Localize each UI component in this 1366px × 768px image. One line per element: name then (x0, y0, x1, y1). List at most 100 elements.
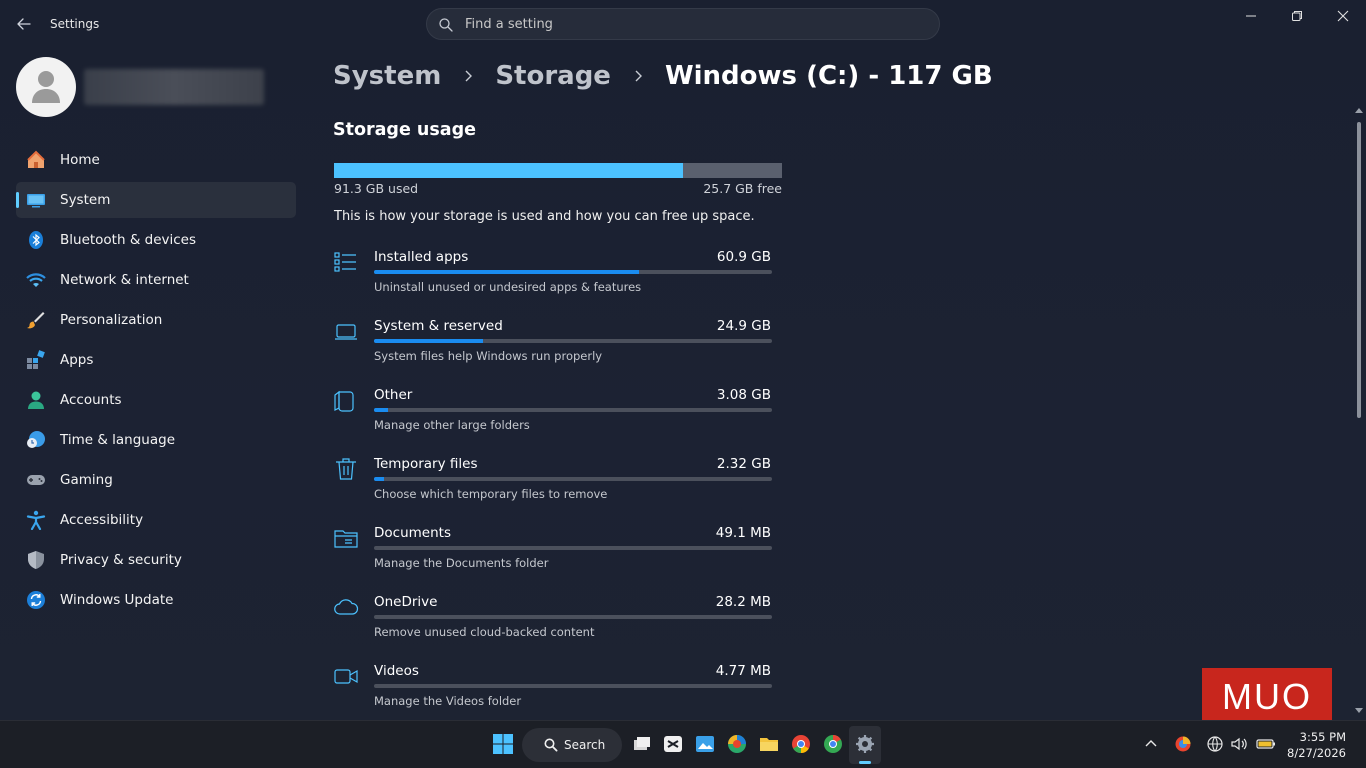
volume-icon[interactable] (1230, 735, 1248, 753)
scroll-up-icon[interactable] (1355, 108, 1363, 113)
username-redacted (84, 69, 264, 105)
category-size: 28.2 MB (715, 594, 771, 610)
sidebar-item-accounts[interactable]: Accounts (16, 382, 296, 418)
sidebar-item-label: Accessibility (60, 512, 144, 528)
clock-time: 3:55 PM (1299, 730, 1346, 744)
category-installed-apps[interactable]: Installed apps 60.9 GB Uninstall unused … (333, 249, 773, 311)
breadcrumb-system[interactable]: System (333, 61, 441, 91)
scroll-down-icon[interactable] (1355, 708, 1363, 713)
category-other[interactable]: Other 3.08 GB Manage other large folders (333, 387, 773, 449)
search-input[interactable] (465, 9, 925, 39)
laptop-icon (335, 324, 357, 340)
windows-start-icon[interactable] (492, 733, 514, 755)
category-videos[interactable]: Videos 4.77 MB Manage the Videos folder (333, 663, 773, 720)
sidebar-item-label: Accounts (60, 392, 122, 408)
muo-watermark: MUO (1202, 668, 1332, 720)
settings-taskbar-button[interactable] (849, 726, 881, 764)
battery-icon[interactable] (1256, 735, 1276, 753)
chevron-up-icon[interactable] (1142, 735, 1160, 753)
capcut-icon[interactable] (662, 733, 684, 755)
clock-globe-icon (27, 431, 45, 448)
category-system-reserved[interactable]: System & reserved 24.9 GB System files h… (333, 318, 773, 380)
sidebar-item-label: System (60, 192, 111, 208)
category-size: 2.32 GB (716, 456, 771, 472)
sidebar-item-label: Apps (60, 352, 94, 368)
watermark-text: MUO (1222, 676, 1312, 717)
search-box[interactable] (426, 8, 940, 40)
category-documents[interactable]: Documents 49.1 MB Manage the Documents f… (333, 525, 773, 587)
category-bar (374, 615, 772, 619)
sidebar-item-time-language[interactable]: Time & language (16, 422, 296, 458)
sidebar-item-label: Gaming (60, 472, 113, 488)
sidebar-item-bluetooth[interactable]: Bluetooth & devices (16, 222, 296, 258)
system-display-icon (27, 194, 45, 208)
sidebar-item-label: Windows Update (60, 592, 174, 608)
free-space-label: 25.7 GB free (703, 181, 782, 196)
sidebar-item-label: Personalization (60, 312, 163, 328)
account-icon (28, 391, 44, 409)
sidebar-item-accessibility[interactable]: Accessibility (16, 502, 296, 538)
back-button[interactable] (12, 12, 36, 36)
chevron-right-icon (635, 70, 642, 82)
minimize-button[interactable] (1228, 0, 1274, 32)
breadcrumb: System Storage Windows (C:) - 117 GB (333, 58, 993, 94)
category-temporary-files[interactable]: Temporary files 2.32 GB Choose which tem… (333, 456, 773, 518)
category-bar-fill (374, 339, 483, 343)
sidebar-item-network[interactable]: Network & internet (16, 262, 296, 298)
file-explorer-icon[interactable] (758, 733, 780, 755)
tray-app-icon[interactable] (1174, 735, 1192, 753)
scrollbar[interactable] (1354, 104, 1364, 718)
category-name: Other (374, 387, 413, 403)
sidebar-item-home[interactable]: Home (16, 142, 296, 178)
search-icon (439, 18, 453, 32)
video-icon (334, 669, 358, 684)
category-name: System & reserved (374, 318, 503, 334)
category-bar-fill (374, 270, 640, 274)
restore-button[interactable] (1274, 0, 1320, 32)
close-button[interactable] (1320, 0, 1366, 32)
accessibility-icon (26, 510, 46, 530)
sidebar-item-label: Bluetooth & devices (60, 232, 197, 248)
clock-date: 8/27/2026 (1287, 746, 1346, 760)
chrome-icon[interactable] (790, 733, 812, 755)
sidebar-item-windows-update[interactable]: Windows Update (16, 582, 296, 618)
sidebar-item-label: Time & language (60, 432, 176, 448)
task-view-icon[interactable] (631, 733, 653, 755)
sidebar-item-system[interactable]: System (16, 182, 296, 218)
chrome-profile-icon[interactable] (822, 733, 844, 755)
sidebar-item-apps[interactable]: Apps (16, 342, 296, 378)
settings-window: Settings Home System Bluetooth (0, 0, 1366, 720)
sidebar-item-gaming[interactable]: Gaming (16, 462, 296, 498)
photos-app-icon[interactable] (694, 733, 716, 755)
sidebar-item-label: Network & internet (60, 272, 189, 288)
category-size: 49.1 MB (715, 525, 771, 541)
category-name: OneDrive (374, 594, 438, 610)
category-bar (374, 408, 772, 412)
scrollbar-thumb[interactable] (1357, 122, 1361, 418)
category-subtitle: Uninstall unused or undesired apps & fea… (374, 280, 642, 294)
category-name: Temporary files (374, 456, 478, 472)
breadcrumb-storage[interactable]: Storage (495, 61, 611, 91)
section-title: Storage usage (333, 120, 476, 140)
brush-icon (27, 312, 45, 329)
category-subtitle: Manage other large folders (374, 418, 530, 432)
taskbar-search-button[interactable]: Search (522, 728, 622, 762)
app-title: Settings (50, 17, 100, 31)
category-name: Documents (374, 525, 451, 541)
category-size: 60.9 GB (716, 249, 771, 265)
arrow-left-icon (17, 18, 31, 30)
sidebar-item-privacy[interactable]: Privacy & security (16, 542, 296, 578)
user-icon (32, 71, 60, 103)
sidebar-item-personalization[interactable]: Personalization (16, 302, 296, 338)
sidebar-item-label: Privacy & security (60, 552, 182, 568)
active-app-indicator (859, 761, 871, 764)
gear-icon (856, 735, 874, 753)
network-globe-icon[interactable] (1206, 735, 1224, 753)
category-bar (374, 684, 772, 688)
edge-browser-icon[interactable] (726, 733, 748, 755)
page-title: Windows (C:) - 117 GB (664, 61, 993, 91)
system-clock[interactable]: 3:55 PM 8/27/2026 (1287, 729, 1346, 761)
category-onedrive[interactable]: OneDrive 28.2 MB Remove unused cloud-bac… (333, 594, 773, 656)
storage-usage-bar (334, 163, 782, 178)
avatar[interactable] (16, 57, 76, 117)
